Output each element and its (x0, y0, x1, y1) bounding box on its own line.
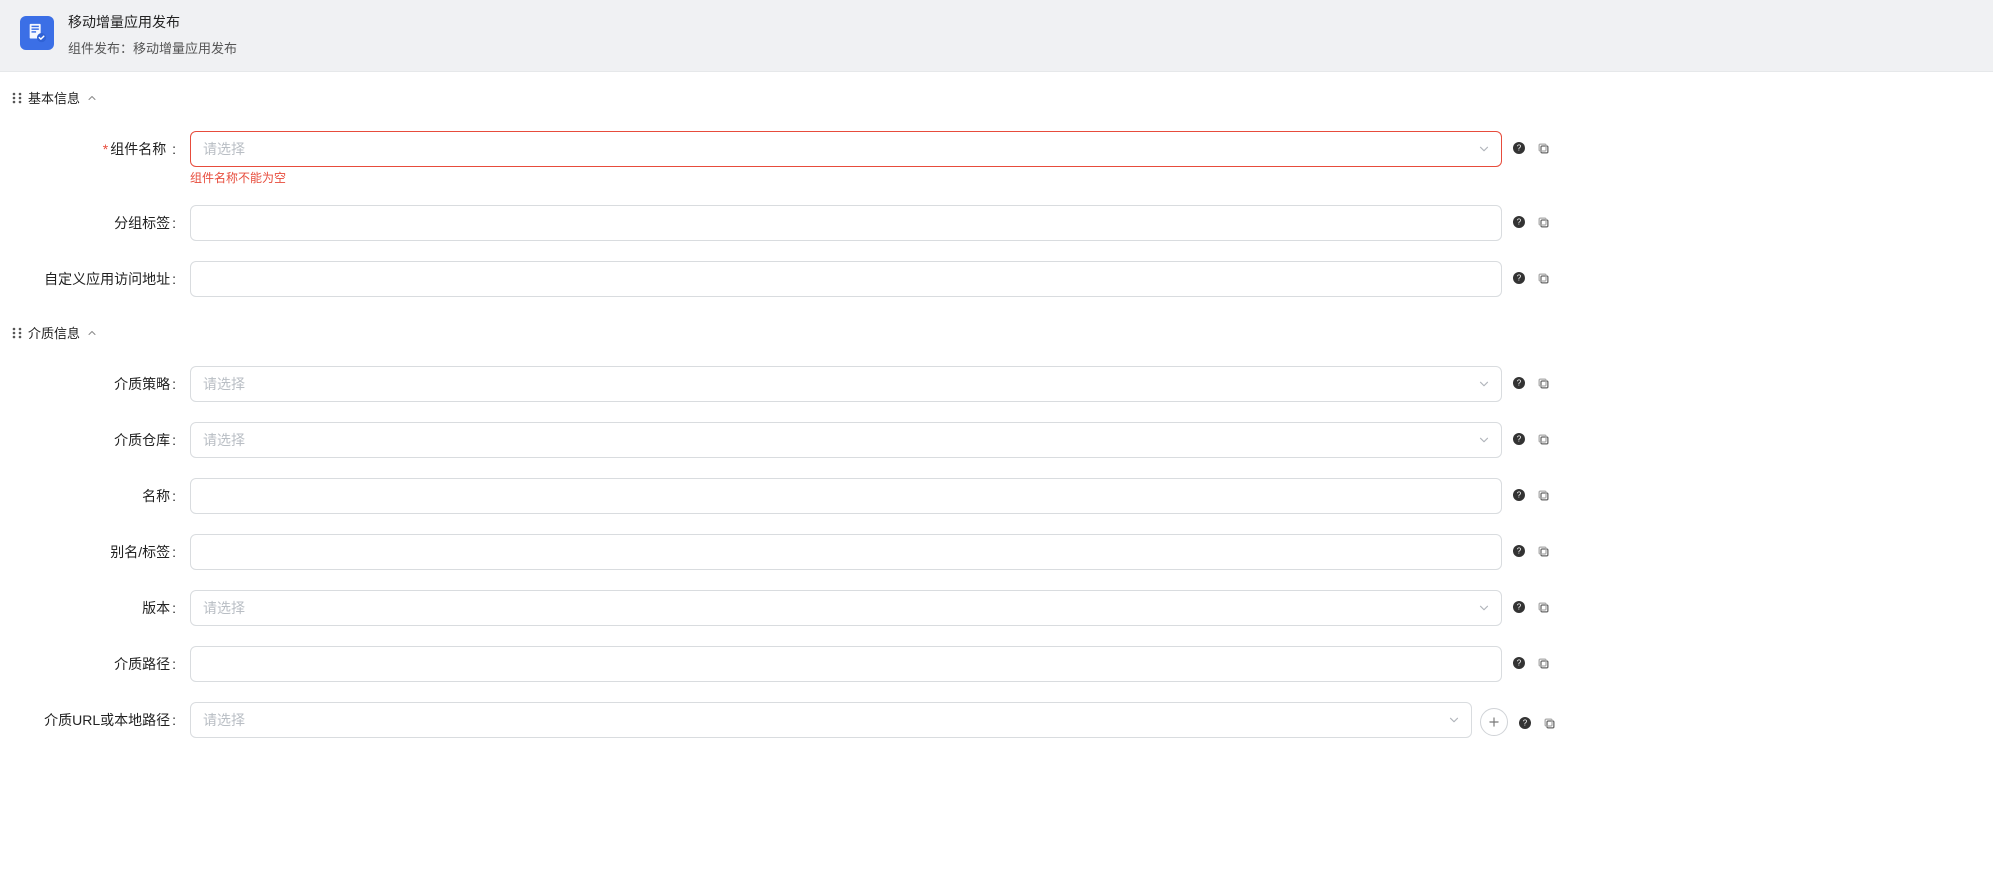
copy-icon[interactable] (1534, 654, 1552, 672)
copy-icon[interactable] (1534, 139, 1552, 157)
help-icon[interactable]: ? (1510, 374, 1528, 392)
label-media-url: 介质URL或本地路径 (0, 702, 190, 730)
section-basic-title: 基本信息 (28, 88, 80, 107)
row-media-url: 介质URL或本地路径 请选择 ? (0, 692, 1993, 748)
help-icon[interactable]: ? (1510, 486, 1528, 504)
copy-icon[interactable] (1534, 213, 1552, 231)
label-group-tag: 分组标签 (0, 205, 190, 233)
add-media-url-button[interactable] (1480, 708, 1508, 736)
label-media-strategy: 介质策略 (0, 366, 190, 394)
label-media-repo: 介质仓库 (0, 422, 190, 450)
row-media-strategy: 介质策略 请选择 ? (0, 356, 1993, 412)
help-icon[interactable]: ? (1510, 598, 1528, 616)
help-icon[interactable]: ? (1510, 139, 1528, 157)
help-icon[interactable]: ? (1516, 714, 1534, 732)
row-media-path: 介质路径 ? (0, 636, 1993, 692)
label-version: 版本 (0, 590, 190, 618)
copy-icon[interactable] (1534, 430, 1552, 448)
section-media-title: 介质信息 (28, 323, 80, 342)
copy-icon[interactable] (1534, 269, 1552, 287)
copy-icon[interactable] (1534, 542, 1552, 560)
help-icon[interactable]: ? (1510, 430, 1528, 448)
svg-text:?: ? (1523, 719, 1528, 728)
svg-text:?: ? (1517, 659, 1522, 668)
row-alias: 别名/标签 ? (0, 524, 1993, 580)
page-subtitle: 组件发布：移动增量应用发布 (68, 38, 237, 57)
component-name-select[interactable]: 请选择 (190, 131, 1502, 167)
row-name: 名称 ? (0, 468, 1993, 524)
component-name-error: 组件名称不能为空 (190, 171, 1502, 185)
help-icon[interactable]: ? (1510, 654, 1528, 672)
chevron-down-icon (1477, 142, 1491, 156)
page-title: 移动增量应用发布 (68, 12, 237, 32)
copy-icon[interactable] (1534, 486, 1552, 504)
section-basic: 基本信息 *组件名称 请选择 组件名称不能为空 ? (0, 72, 1993, 307)
page-header: 移动增量应用发布 组件发布：移动增量应用发布 (0, 0, 1993, 72)
media-repo-select[interactable]: 请选择 (190, 422, 1502, 458)
media-url-select[interactable]: 请选择 (190, 702, 1472, 738)
svg-text:?: ? (1517, 218, 1522, 227)
label-alias: 别名/标签 (0, 534, 190, 562)
label-component-name: *组件名称 (0, 131, 190, 159)
media-path-input[interactable] (190, 646, 1502, 682)
drag-handle-icon (12, 327, 22, 339)
help-icon[interactable]: ? (1510, 269, 1528, 287)
app-publish-icon (20, 16, 54, 50)
row-custom-url: 自定义应用访问地址 ? (0, 251, 1993, 307)
row-group-tag: 分组标签 ? (0, 195, 1993, 251)
chevron-up-icon (86, 327, 98, 339)
svg-text:?: ? (1517, 144, 1522, 153)
copy-icon[interactable] (1540, 714, 1558, 732)
help-icon[interactable]: ? (1510, 542, 1528, 560)
svg-text:?: ? (1517, 603, 1522, 612)
svg-text:?: ? (1517, 491, 1522, 500)
copy-icon[interactable] (1534, 374, 1552, 392)
chevron-up-icon (86, 92, 98, 104)
label-name: 名称 (0, 478, 190, 506)
label-custom-url: 自定义应用访问地址 (0, 261, 190, 289)
custom-url-input[interactable] (190, 261, 1502, 297)
alias-input[interactable] (190, 534, 1502, 570)
group-tag-input[interactable] (190, 205, 1502, 241)
row-component-name: *组件名称 请选择 组件名称不能为空 ? (0, 121, 1993, 195)
chevron-down-icon (1477, 601, 1491, 615)
svg-text:?: ? (1517, 379, 1522, 388)
svg-text:?: ? (1517, 547, 1522, 556)
section-media: 介质信息 介质策略 请选择 ? 介质仓库 请选择 (0, 307, 1993, 748)
label-media-path: 介质路径 (0, 646, 190, 674)
version-select[interactable]: 请选择 (190, 590, 1502, 626)
chevron-down-icon (1477, 433, 1491, 447)
row-media-repo: 介质仓库 请选择 ? (0, 412, 1993, 468)
svg-text:?: ? (1517, 274, 1522, 283)
chevron-down-icon (1477, 377, 1491, 391)
svg-text:?: ? (1517, 435, 1522, 444)
chevron-down-icon (1447, 713, 1461, 727)
copy-icon[interactable] (1534, 598, 1552, 616)
section-media-header[interactable]: 介质信息 (0, 317, 1993, 348)
section-basic-header[interactable]: 基本信息 (0, 82, 1993, 113)
drag-handle-icon (12, 92, 22, 104)
help-icon[interactable]: ? (1510, 213, 1528, 231)
name-input[interactable] (190, 478, 1502, 514)
row-version: 版本 请选择 ? (0, 580, 1993, 636)
media-strategy-select[interactable]: 请选择 (190, 366, 1502, 402)
